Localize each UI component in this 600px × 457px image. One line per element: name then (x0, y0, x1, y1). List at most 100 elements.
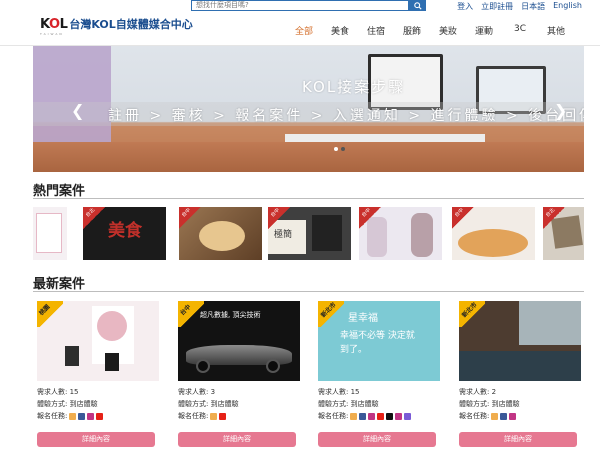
case-card-need: 需求人數: 3 (178, 388, 216, 396)
hot-item[interactable]: 台中 (179, 207, 262, 260)
category-nav: 全部 美食 住宿 服飾 美妝 運動 3C 其他 (286, 24, 574, 37)
banner-headline: KOL接案步驟 (302, 78, 406, 96)
register-link[interactable]: 立即註冊 (481, 1, 513, 12)
carousel-prev-icon[interactable]: ❮ (71, 101, 84, 120)
tiktok-icon (386, 412, 394, 420)
hot-item-image (458, 229, 528, 257)
youtube-icon (219, 412, 227, 420)
facebook-icon (78, 412, 86, 420)
site-title: 台灣KOL自媒體媒合中心 (69, 18, 193, 31)
hot-item[interactable]: 台北 (543, 207, 584, 260)
detail-button[interactable]: 詳細內容 (178, 432, 296, 447)
hot-item[interactable] (33, 207, 67, 260)
case-card-signup: 報名任務: (178, 412, 209, 420)
podcast-icon (404, 412, 412, 420)
case-card-need: 需求人數: 2 (459, 388, 497, 396)
site-logo[interactable]: KOL TAIWAN 台灣KOL自媒體媒合中心 (40, 17, 193, 36)
banner-wall (33, 46, 111, 142)
facebook-icon (359, 412, 367, 420)
nav-sports[interactable]: 運動 (466, 24, 502, 37)
japanese-link[interactable]: 日本語 (521, 1, 545, 12)
carousel-dots (334, 147, 345, 151)
hot-item-tag: 台中 (269, 207, 282, 219)
instagram-icon (368, 412, 376, 420)
nav-other[interactable]: 其他 (538, 24, 574, 37)
case-card-method: 體驗方式: 到店體驗 (178, 400, 239, 408)
case-card-method: 體驗方式: 到店體驗 (459, 400, 520, 408)
case-card-badge: 台中 (178, 303, 193, 317)
case-card-thumb-text: 幸福不必等 決定就到了。 (340, 331, 415, 355)
case-card-badge: 桃園 (37, 303, 52, 317)
hot-item-tag: 台中 (453, 207, 466, 219)
search-button[interactable] (409, 0, 426, 11)
nav-lodging[interactable]: 住宿 (358, 24, 394, 37)
hot-section-title: 熱門案件 (33, 184, 86, 199)
case-card-signup: 報名任務: (459, 412, 490, 420)
hot-item-tag: 台北 (544, 207, 557, 219)
new-section-title: 最新案件 (33, 277, 86, 292)
case-card-image (196, 359, 210, 373)
top-bar: 想找什麼項目嗎? 登入 立即註冊 日本語 English (0, 0, 600, 13)
case-card[interactable]: 超凡數據, 頂尖技術 台中 需求人數: 3 體驗方式: 到店體驗 報名任務: 詳… (178, 301, 300, 453)
detail-button[interactable]: 詳細內容 (459, 432, 577, 447)
carousel-next-icon[interactable]: ❯ (554, 101, 567, 120)
instagram-icon (395, 412, 403, 420)
carousel-dot-1[interactable] (334, 147, 338, 151)
hot-item[interactable]: 台中 (359, 207, 442, 260)
detail-button[interactable]: 詳細內容 (318, 432, 436, 447)
case-card-image (97, 311, 127, 341)
blog-icon (69, 412, 77, 420)
case-card-method: 體驗方式: 到店體驗 (318, 400, 379, 408)
hot-item-image (36, 213, 62, 253)
youtube-icon (377, 412, 385, 420)
case-card[interactable]: 星幸福 幸福不必等 決定就到了。 新北市 需求人數: 15 體驗方式: 到店體驗… (318, 301, 440, 453)
banner-desk (33, 142, 584, 172)
hot-item-image (312, 215, 342, 251)
search-icon (413, 1, 422, 10)
hot-item-image (411, 213, 433, 257)
logo-mark: KOL (40, 17, 68, 32)
carousel-dot-2[interactable] (341, 147, 345, 151)
nav-apparel[interactable]: 服飾 (394, 24, 430, 37)
case-card-image (519, 301, 581, 345)
case-card-signup: 報名任務: (318, 412, 349, 420)
site-header: KOL TAIWAN 台灣KOL自媒體媒合中心 全部 美食 住宿 服飾 美妝 運… (0, 13, 600, 45)
case-card-image (266, 359, 280, 373)
login-link[interactable]: 登入 (457, 1, 473, 12)
hot-item-image (199, 221, 245, 251)
case-card-method: 體驗方式: 到店體驗 (37, 400, 98, 408)
instagram-icon (87, 412, 95, 420)
facebook-icon (500, 412, 508, 420)
english-link[interactable]: English (553, 1, 582, 12)
instagram-icon (509, 412, 517, 420)
nav-food[interactable]: 美食 (322, 24, 358, 37)
blog-icon (350, 412, 358, 420)
hero-banner[interactable]: KOL接案步驟 註冊 > 審核 > 報名案件 > 入選通知 > 進行體驗 > 後… (33, 46, 584, 172)
case-card-need: 需求人數: 15 (318, 388, 360, 396)
hot-item-title: 美食 (108, 221, 142, 241)
case-card-brand: 星幸福 (348, 313, 378, 324)
hot-section-divider (33, 198, 584, 199)
case-card[interactable]: 桃園 需求人數: 15 體驗方式: 到店體驗 報名任務: 詳細內容 (37, 301, 159, 453)
detail-button[interactable]: 詳細內容 (37, 432, 155, 447)
case-card-badge: 新北市 (460, 301, 479, 320)
hot-item[interactable]: 台中 (452, 207, 535, 260)
case-card-need: 需求人數: 15 (37, 388, 79, 396)
nav-all[interactable]: 全部 (286, 24, 322, 37)
new-section-divider (33, 291, 584, 292)
hot-item[interactable]: 極簡 台中 (268, 207, 351, 260)
nav-3c[interactable]: 3C (502, 24, 538, 37)
case-card-badge: 新北市 (319, 301, 338, 320)
hot-item-tag: 台中 (180, 207, 193, 219)
hot-item-tag: 台北 (84, 207, 97, 219)
case-card-image (65, 346, 79, 366)
search-input[interactable]: 想找什麼項目嗎? (191, 0, 409, 11)
hot-item[interactable]: 美食 台北 (83, 207, 166, 260)
case-card-image (105, 353, 119, 371)
banner-steps: 註冊 > 審核 > 報名案件 > 入選通知 > 進行體驗 > 後台回傳 (108, 108, 584, 124)
case-card[interactable]: 新北市 需求人數: 2 體驗方式: 到店體驗 報名任務: 詳細內容 (459, 301, 581, 453)
nav-beauty[interactable]: 美妝 (430, 24, 466, 37)
blog-icon (491, 412, 499, 420)
blog-icon (210, 412, 218, 420)
youtube-icon (96, 412, 104, 420)
